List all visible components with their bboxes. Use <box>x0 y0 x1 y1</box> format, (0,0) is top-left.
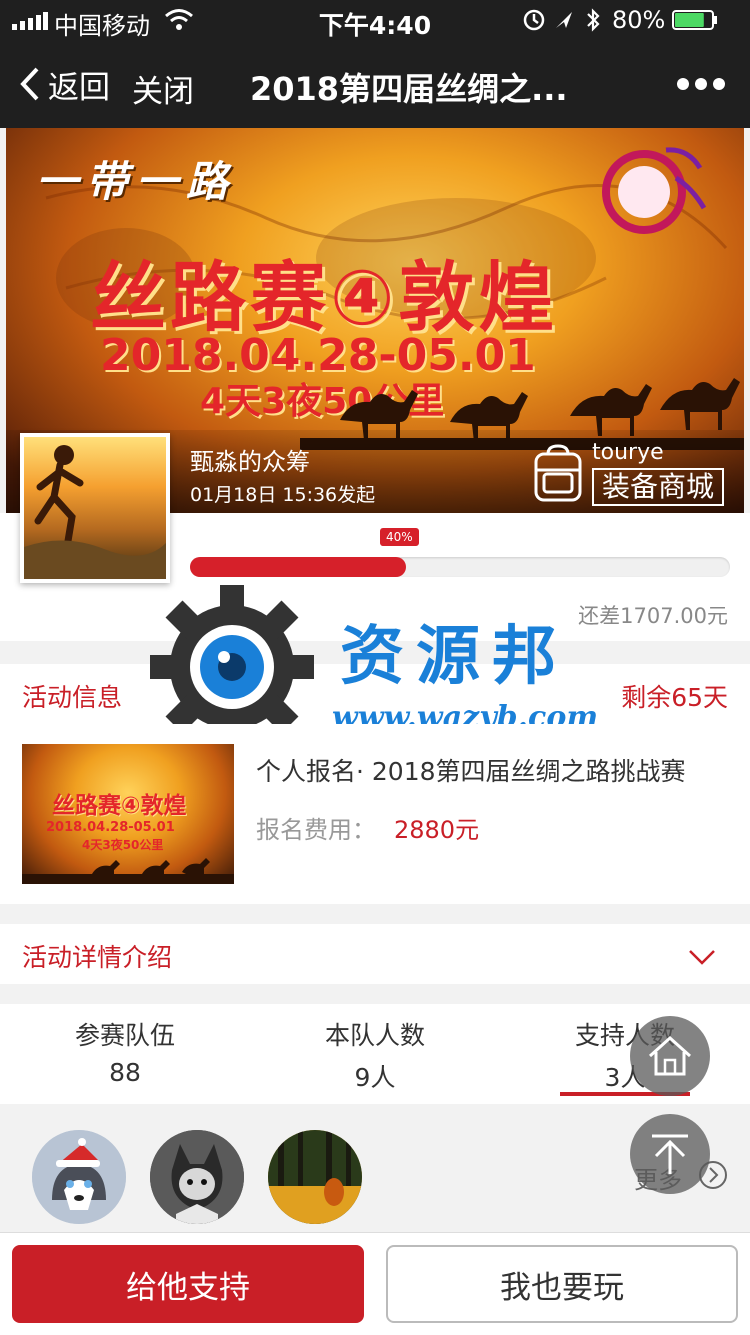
stat-label: 支持人数 <box>574 1021 675 1050</box>
chevron-down-icon[interactable] <box>688 948 716 966</box>
activity-details-toggle[interactable]: 活动详情介绍 <box>0 924 750 984</box>
details-title: 活动详情介绍 <box>22 943 173 972</box>
back-button[interactable]: 返回 <box>20 64 110 106</box>
event-thumbnail: 丝路赛④敦煌 2018.04.28-05.01 4天3夜50公里 <box>22 744 234 884</box>
home-icon <box>648 1035 692 1076</box>
supporter-avatar[interactable] <box>150 1130 244 1224</box>
stat-value: 3人 <box>604 1063 646 1092</box>
join-button[interactable]: 我也要玩 <box>386 1245 738 1323</box>
battery-icon <box>672 10 717 30</box>
status-bar: 中国移动 下午4:40 80% <box>0 0 750 40</box>
thumb-subtitle: 4天3夜50公里 <box>82 838 164 852</box>
chevron-left-icon <box>20 67 39 101</box>
activity-info-title: 活动信息 <box>22 683 123 712</box>
status-icons <box>523 8 600 32</box>
fee-label: 报名费用： <box>256 816 376 844</box>
close-button[interactable]: 关闭 <box>132 66 194 111</box>
stat-supporters[interactable]: 支持人数 3人 <box>500 1016 750 1094</box>
backpack-icon <box>534 444 582 502</box>
runner-photo <box>24 437 166 579</box>
arrow-up-icon <box>652 1134 688 1174</box>
thumb-headline: 丝路赛④敦煌 <box>52 793 187 819</box>
nav-bar: 返回 关闭 2018第四届丝绸之... <box>0 40 750 128</box>
stat-value: 88 <box>109 1058 141 1087</box>
stat-label: 本队人数 <box>324 1021 425 1050</box>
fee-value: 2880元 <box>394 816 480 844</box>
shop-label: 装备商城 <box>592 468 725 506</box>
progress-percent: 40% <box>380 528 419 546</box>
banner-slogan: 一带一路 <box>36 157 237 206</box>
stat-teams[interactable]: 参赛队伍 88 <box>0 1016 250 1087</box>
days-left: 剩余65天 <box>621 683 728 712</box>
race-logo <box>602 147 707 234</box>
stat-value: 9人 <box>354 1063 396 1092</box>
event-title: 个人报名· 2018第四届丝绸之路挑战赛 <box>256 757 686 786</box>
organizer-name: 甄淼的众筹 <box>190 448 310 476</box>
stat-label: 参赛队伍 <box>74 1021 175 1050</box>
support-button[interactable]: 给他支持 <box>12 1245 364 1323</box>
watermark-text: 资源邦 <box>340 619 568 694</box>
thumb-camels <box>22 858 234 884</box>
organizer-avatar[interactable] <box>20 433 170 583</box>
stat-team-members[interactable]: 本队人数 9人 <box>250 1016 500 1094</box>
supporter-avatar[interactable] <box>32 1130 126 1224</box>
launch-time: 01月18日 15:36发起 <box>190 484 376 506</box>
remaining-amount: 还差1707.00元 <box>578 604 728 628</box>
shop-badge[interactable]: tourye 装备商城 <box>530 440 730 506</box>
supporter-avatar[interactable] <box>268 1130 362 1224</box>
page-title: 2018第四届丝绸之... <box>250 70 568 108</box>
more-icon[interactable] <box>676 70 726 98</box>
back-label: 返回 <box>48 69 110 106</box>
thumb-dates: 2018.04.28-05.01 <box>46 820 175 835</box>
battery-percent: 80% <box>612 6 666 34</box>
home-button[interactable] <box>630 1016 710 1096</box>
back-to-top-button[interactable] <box>630 1114 710 1194</box>
shop-brand: tourye <box>592 440 664 465</box>
progress-fill <box>190 557 406 577</box>
